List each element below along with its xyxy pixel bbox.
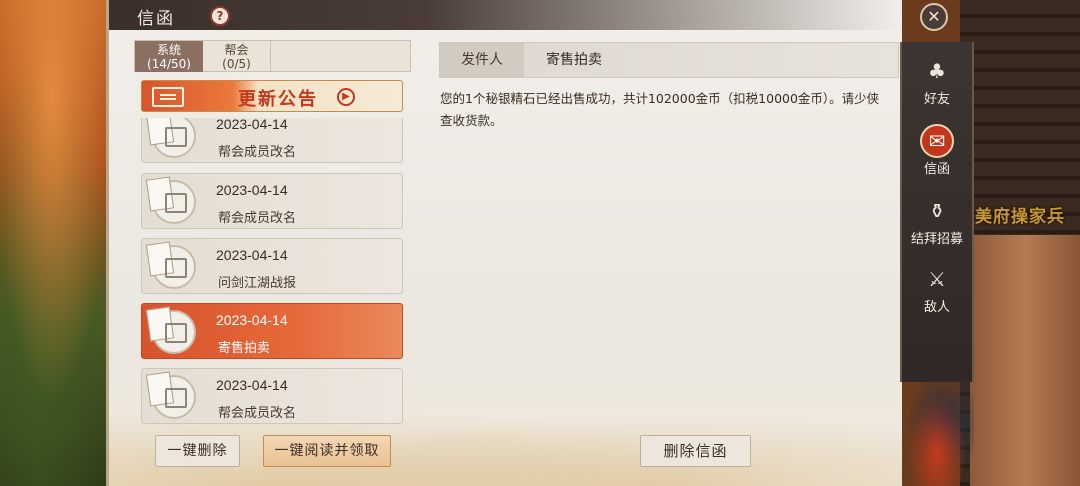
mail-item-selected[interactable]: 2023-04-14 寄售拍卖 <box>141 303 403 359</box>
mail-seal-icon <box>152 180 196 224</box>
tab-guild[interactable]: 帮会 (0/5) <box>203 41 271 72</box>
close-icon[interactable]: ✕ <box>920 3 948 31</box>
mail-date: 2023-04-14 <box>216 247 288 263</box>
mail-title: 帮会成员改名 <box>218 211 297 226</box>
mail-date: 2023-04-14 <box>216 118 288 132</box>
mail-date: 2023-04-14 <box>216 182 288 198</box>
mail-seal-icon <box>152 245 196 289</box>
enemy-icon: ⚔ <box>928 267 946 291</box>
mail-date: 2023-04-14 <box>216 312 288 328</box>
arrow-right-icon: ▶ <box>337 88 355 106</box>
mail-date: 2023-04-14 <box>216 377 288 393</box>
nav-item-friends[interactable]: ♣ 好友 <box>902 52 972 118</box>
tab-system[interactable]: 系统 (14/50) <box>135 41 203 72</box>
mail-title: 寄售拍卖 <box>218 341 271 356</box>
tab-system-count: (14/50) <box>147 57 191 71</box>
mail-title: 帮会成员改名 <box>218 406 297 421</box>
mail-detail: 发件人 寄售拍卖 您的1个秘银精石已经出售成功，共计102000金币（扣税100… <box>427 40 899 425</box>
mail-tabs: 系统 (14/50) 帮会 (0/5) <box>134 40 411 72</box>
mail-item[interactable]: 2023-04-14 帮会成员改名 <box>141 173 403 229</box>
sender-label: 发件人 <box>440 43 524 77</box>
decorative-flame <box>900 380 974 486</box>
delete-mail-button[interactable]: 删除信函 <box>640 435 751 467</box>
mail-title: 帮会成员改名 <box>218 145 297 160</box>
nav-label: 好友 <box>923 92 950 107</box>
side-nav: ♣ 好友 ✉ 信函 ⚱ 结拜招募 ⚔ 敌人 <box>900 42 974 382</box>
panel-title: 信函 <box>137 9 175 29</box>
mail-body: 您的1个秘银精石已经出售成功，共计102000金币（扣税10000金币）。请少侠… <box>440 91 880 128</box>
scroll-icon <box>152 87 184 107</box>
nav-label: 敌人 <box>923 300 950 315</box>
help-icon[interactable]: ? <box>210 6 230 26</box>
mail-detail-header: 发件人 寄售拍卖 <box>439 42 899 78</box>
background-sign: 美府操家兵 <box>975 207 1065 227</box>
tab-guild-label: 帮会 <box>224 43 249 57</box>
read-all-claim-button[interactable]: 一键阅读并领取 <box>263 435 391 467</box>
mail-seal-icon <box>152 118 196 158</box>
mail-item[interactable]: 2023-04-14 帮会成员改名 <box>141 118 403 163</box>
letter-icon: ✉ <box>920 124 954 158</box>
announcement-label: 更新公告 <box>238 89 318 110</box>
mail-item[interactable]: 2023-04-14 问剑江湖战报 <box>141 238 403 294</box>
mail-seal-icon <box>152 310 196 354</box>
nav-item-sworn-recruit[interactable]: ⚱ 结拜招募 <box>902 192 972 258</box>
mail-list-column: 系统 (14/50) 帮会 (0/5) 更新公告 ▶ 2023-04-14 帮会… <box>134 40 411 425</box>
mail-title: 问剑江湖战报 <box>218 276 297 291</box>
mail-list[interactable]: 2023-04-14 帮会成员改名 2023-04-14 帮会成员改名 2023… <box>134 118 411 425</box>
tab-system-label: 系统 <box>156 43 181 57</box>
delete-all-button[interactable]: 一键删除 <box>155 435 240 467</box>
mail-seal-icon <box>152 375 196 419</box>
nav-label: 结拜招募 <box>910 232 963 247</box>
friends-icon: ♣ <box>928 59 946 83</box>
nav-item-letters[interactable]: ✉ 信函 <box>902 122 972 188</box>
sender-name: 寄售拍卖 <box>546 52 602 68</box>
sworn-brother-icon: ⚱ <box>928 199 946 223</box>
tab-guild-count: (0/5) <box>222 57 251 71</box>
title-bar: 信函 ? <box>109 0 902 30</box>
mail-item[interactable]: 2023-04-14 帮会成员改名 <box>141 368 403 424</box>
nav-label: 信函 <box>923 162 950 177</box>
background-wall <box>970 235 1080 486</box>
nav-item-enemies[interactable]: ⚔ 敌人 <box>902 260 972 326</box>
announcement-banner[interactable]: 更新公告 ▶ <box>141 80 403 112</box>
